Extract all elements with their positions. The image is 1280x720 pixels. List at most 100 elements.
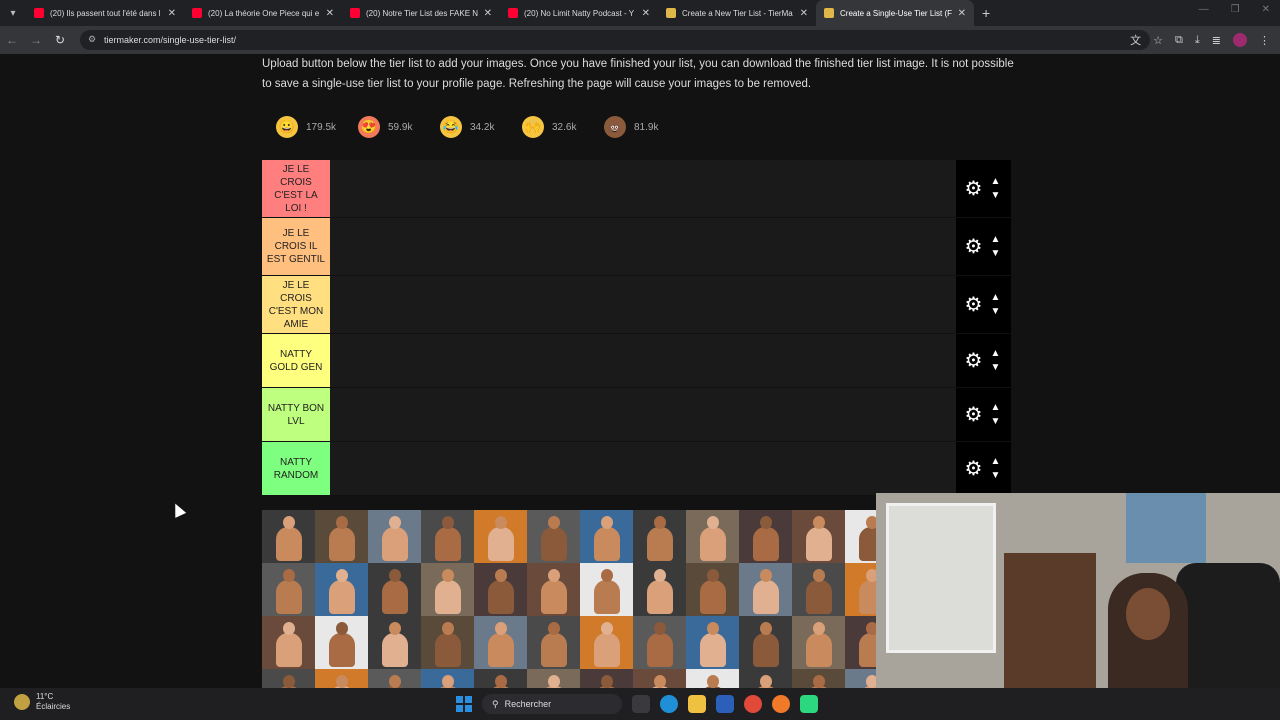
extensions-icon[interactable]: ⧉: [1175, 34, 1183, 47]
pool-image[interactable]: [315, 510, 368, 563]
reaction-button[interactable]: 😂 34.2k: [440, 116, 522, 138]
chevron-up-icon[interactable]: ▲: [988, 175, 1002, 189]
task-view-icon[interactable]: [632, 695, 650, 713]
browser-tab[interactable]: Create a New Tier List - TierMa ✕: [658, 0, 816, 26]
gear-icon[interactable]: ⚙: [965, 234, 983, 259]
reaction-button[interactable]: 💩 81.9k: [604, 116, 686, 138]
forward-icon[interactable]: →: [24, 33, 48, 47]
pool-image[interactable]: [421, 510, 474, 563]
pool-image[interactable]: [421, 563, 474, 616]
close-window-icon[interactable]: ✕: [1262, 4, 1270, 15]
tier-drop-zone[interactable]: [330, 160, 956, 217]
pool-image[interactable]: [474, 616, 527, 669]
pool-image[interactable]: [845, 510, 876, 563]
pool-image[interactable]: [315, 616, 368, 669]
pool-image[interactable]: [633, 563, 686, 616]
gear-icon[interactable]: ⚙: [965, 348, 983, 373]
gear-icon[interactable]: ⚙: [965, 456, 983, 481]
chevron-up-icon[interactable]: ▲: [988, 401, 1002, 415]
tier-drop-zone[interactable]: [330, 442, 956, 495]
url-field[interactable]: ⚙ tiermaker.com/single-use-tier-list/: [80, 30, 1150, 50]
file-explorer-icon[interactable]: [688, 695, 706, 713]
firefox-icon[interactable]: [772, 695, 790, 713]
pool-image[interactable]: [368, 563, 421, 616]
pool-image[interactable]: [262, 669, 315, 688]
pool-image[interactable]: [580, 669, 633, 688]
pool-image[interactable]: [527, 510, 580, 563]
close-tab-icon[interactable]: ✕: [800, 8, 808, 19]
chevron-down-icon[interactable]: ▼: [988, 247, 1002, 261]
pool-image[interactable]: [368, 616, 421, 669]
pool-image[interactable]: [845, 616, 876, 669]
media-icon[interactable]: ≣: [1212, 34, 1221, 47]
pool-image[interactable]: [792, 616, 845, 669]
pool-image[interactable]: [739, 616, 792, 669]
pool-image[interactable]: [739, 510, 792, 563]
close-tab-icon[interactable]: ✕: [484, 8, 492, 19]
pool-image[interactable]: [368, 510, 421, 563]
pool-image[interactable]: [686, 563, 739, 616]
pool-image[interactable]: [739, 669, 792, 688]
reload-icon[interactable]: ↻: [48, 33, 72, 47]
app-icon[interactable]: [800, 695, 818, 713]
bookmark-star-icon[interactable]: ☆: [1153, 34, 1163, 47]
tier-drop-zone[interactable]: [330, 276, 956, 333]
pool-image[interactable]: [739, 563, 792, 616]
pool-image[interactable]: [633, 510, 686, 563]
browser-tab[interactable]: (20) Notre Tier List des FAKE N ✕: [342, 0, 500, 26]
pool-image[interactable]: [633, 616, 686, 669]
tier-label[interactable]: NATTY GOLD GEN: [262, 334, 330, 387]
pool-image[interactable]: [315, 669, 368, 688]
site-info-icon[interactable]: ⚙: [88, 34, 96, 45]
gear-icon[interactable]: ⚙: [965, 176, 983, 201]
pool-image[interactable]: [368, 669, 421, 688]
close-tab-icon[interactable]: ✕: [642, 8, 650, 19]
pool-image[interactable]: [527, 669, 580, 688]
pool-image[interactable]: [262, 563, 315, 616]
taskbar-search[interactable]: ⚲ Rechercher: [482, 694, 622, 714]
edge-icon[interactable]: [660, 695, 678, 713]
chevron-up-icon[interactable]: ▲: [988, 455, 1002, 469]
pool-image[interactable]: [474, 669, 527, 688]
tier-label[interactable]: JE LE CROIS C'EST LA LOI !: [262, 160, 330, 217]
pool-image[interactable]: [474, 563, 527, 616]
weather-widget[interactable]: 11°C Éclaircies: [14, 692, 70, 712]
tier-label[interactable]: NATTY RANDOM: [262, 442, 330, 495]
pool-image[interactable]: [527, 563, 580, 616]
store-icon[interactable]: [716, 695, 734, 713]
close-tab-icon[interactable]: ✕: [168, 8, 176, 19]
pool-image[interactable]: [421, 669, 474, 688]
tier-label[interactable]: JE LE CROIS C'EST MON AMIE: [262, 276, 330, 333]
menu-icon[interactable]: ⋮: [1259, 34, 1270, 47]
close-tab-icon[interactable]: ✕: [958, 8, 966, 19]
back-icon[interactable]: ←: [0, 33, 24, 47]
new-tab-icon[interactable]: +: [982, 5, 990, 21]
pool-image[interactable]: [633, 669, 686, 688]
pool-image[interactable]: [686, 669, 739, 688]
pool-image[interactable]: [792, 669, 845, 688]
pool-image[interactable]: [845, 669, 876, 688]
pool-image[interactable]: [527, 616, 580, 669]
reaction-button[interactable]: 😍 59.9k: [358, 116, 440, 138]
gear-icon[interactable]: ⚙: [965, 402, 983, 427]
windows-start-icon[interactable]: [456, 696, 472, 712]
maximize-icon[interactable]: ❐: [1231, 4, 1240, 15]
tier-drop-zone[interactable]: [330, 334, 956, 387]
chrome-icon[interactable]: [744, 695, 762, 713]
minimize-icon[interactable]: —: [1199, 4, 1209, 15]
chevron-up-icon[interactable]: ▲: [988, 347, 1002, 361]
pool-image[interactable]: [792, 510, 845, 563]
chevron-down-icon[interactable]: ▼: [988, 189, 1002, 203]
pool-image[interactable]: [262, 616, 315, 669]
pool-image[interactable]: [262, 510, 315, 563]
tier-label[interactable]: NATTY BON LVL: [262, 388, 330, 441]
profile-avatar[interactable]: [1233, 33, 1247, 47]
chevron-down-icon[interactable]: ▼: [988, 415, 1002, 429]
pool-image[interactable]: [792, 563, 845, 616]
translate-icon[interactable]: 文: [1130, 32, 1141, 48]
browser-tab[interactable]: (20) La théorie One Piece qui e ✕: [184, 0, 342, 26]
gear-icon[interactable]: ⚙: [965, 292, 983, 317]
reaction-button[interactable]: 🙌 32.6k: [522, 116, 604, 138]
download-icon[interactable]: ⤓: [1195, 34, 1200, 47]
tier-drop-zone[interactable]: [330, 218, 956, 275]
